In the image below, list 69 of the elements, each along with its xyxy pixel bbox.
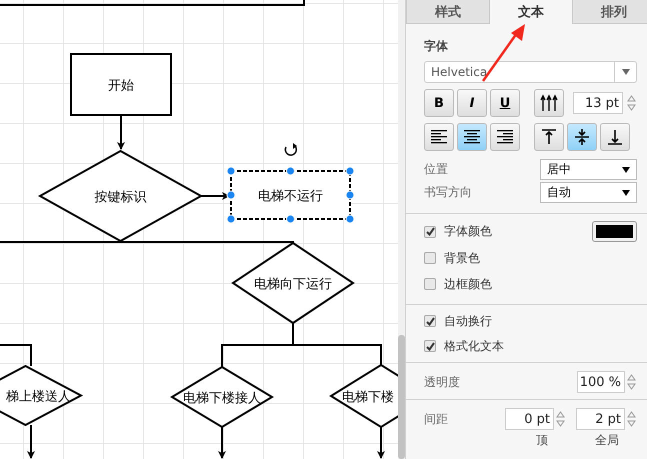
- caret-icon: [622, 69, 630, 75]
- connector-arrow: [117, 115, 125, 150]
- field-label: 间距: [424, 410, 448, 428]
- option-label: 背景色: [444, 250, 480, 266]
- valign-top-icon: [539, 128, 559, 146]
- decision-node: 按键标识: [38, 150, 204, 242]
- option-label: 自动换行: [444, 312, 492, 330]
- field-label: 位置: [424, 161, 448, 178]
- resize-handle[interactable]: [226, 214, 236, 224]
- dropdown[interactable]: 自动: [540, 182, 637, 203]
- align-left-icon: [429, 130, 449, 144]
- field-caption: 顶: [536, 432, 548, 449]
- align-button[interactable]: [424, 123, 454, 151]
- option-label: 字体颜色: [444, 223, 492, 240]
- process-node: 开始: [70, 53, 172, 116]
- caret-icon: [622, 190, 630, 196]
- vertical-text-button[interactable]: [534, 89, 564, 117]
- resize-handle[interactable]: [346, 166, 354, 176]
- decision-node: 电梯下楼接人: [170, 366, 274, 428]
- section-title: 字体: [424, 38, 449, 55]
- resize-handle[interactable]: [346, 190, 354, 200]
- checkbox[interactable]: [424, 278, 436, 290]
- process-node: 电梯不运行: [230, 170, 351, 220]
- caret-icon: [622, 166, 630, 172]
- dropdown[interactable]: 居中: [540, 159, 637, 180]
- checkbox[interactable]: [424, 340, 436, 352]
- vertical-text-icon: [539, 94, 559, 112]
- underline-button[interactable]: U: [490, 89, 520, 117]
- align-button[interactable]: [457, 123, 487, 151]
- connector-arrow: [218, 427, 226, 459]
- connector-arrow: [201, 192, 230, 200]
- checkbox[interactable]: [424, 226, 436, 238]
- resize-handle[interactable]: [286, 214, 295, 224]
- decision-node: 电梯下楼: [329, 364, 398, 428]
- valign-middle-icon: [572, 128, 592, 146]
- vertical-align-button[interactable]: [600, 123, 630, 151]
- field-caption: 全局: [595, 432, 619, 449]
- align-button[interactable]: [490, 123, 520, 151]
- connector-arrow: [377, 425, 385, 459]
- option-label: 格式化文本: [444, 338, 504, 354]
- bold-button[interactable]: B: [424, 89, 454, 117]
- opacity-field[interactable]: 100 %: [577, 371, 625, 393]
- tab[interactable]: 排列: [572, 0, 647, 24]
- valign-bottom-icon: [605, 128, 625, 146]
- color-swatch[interactable]: [592, 221, 637, 242]
- resize-handle[interactable]: [226, 190, 236, 200]
- align-center-icon: [462, 130, 482, 144]
- checkbox[interactable]: [424, 315, 436, 327]
- field-label: 透明度: [424, 374, 460, 390]
- connector-line: [0, 344, 32, 366]
- scrollbar-thumb[interactable]: [398, 335, 405, 459]
- spacing-field[interactable]: 2 pt: [576, 408, 625, 430]
- font-select[interactable]: Helvetica: [424, 61, 637, 83]
- vertical-align-button[interactable]: [534, 123, 564, 151]
- resize-handle[interactable]: [286, 166, 295, 176]
- font-size-field[interactable]: 13 pt: [573, 92, 623, 114]
- connector-arrow: [27, 425, 35, 459]
- resize-handle[interactable]: [226, 166, 236, 176]
- spacing-field[interactable]: 0 pt: [505, 408, 554, 430]
- resize-handle[interactable]: [346, 214, 354, 224]
- italic-button[interactable]: I: [457, 89, 487, 117]
- align-right-icon: [495, 130, 515, 144]
- decision-node: 电梯向下运行: [231, 242, 355, 324]
- field-label: 书写方向: [424, 184, 472, 201]
- option-label: 边框颜色: [444, 276, 492, 292]
- tab[interactable]: 样式: [406, 0, 490, 24]
- vertical-align-button[interactable]: [567, 123, 597, 151]
- checkbox[interactable]: [424, 252, 436, 264]
- rotate-handle-icon[interactable]: [284, 143, 298, 156]
